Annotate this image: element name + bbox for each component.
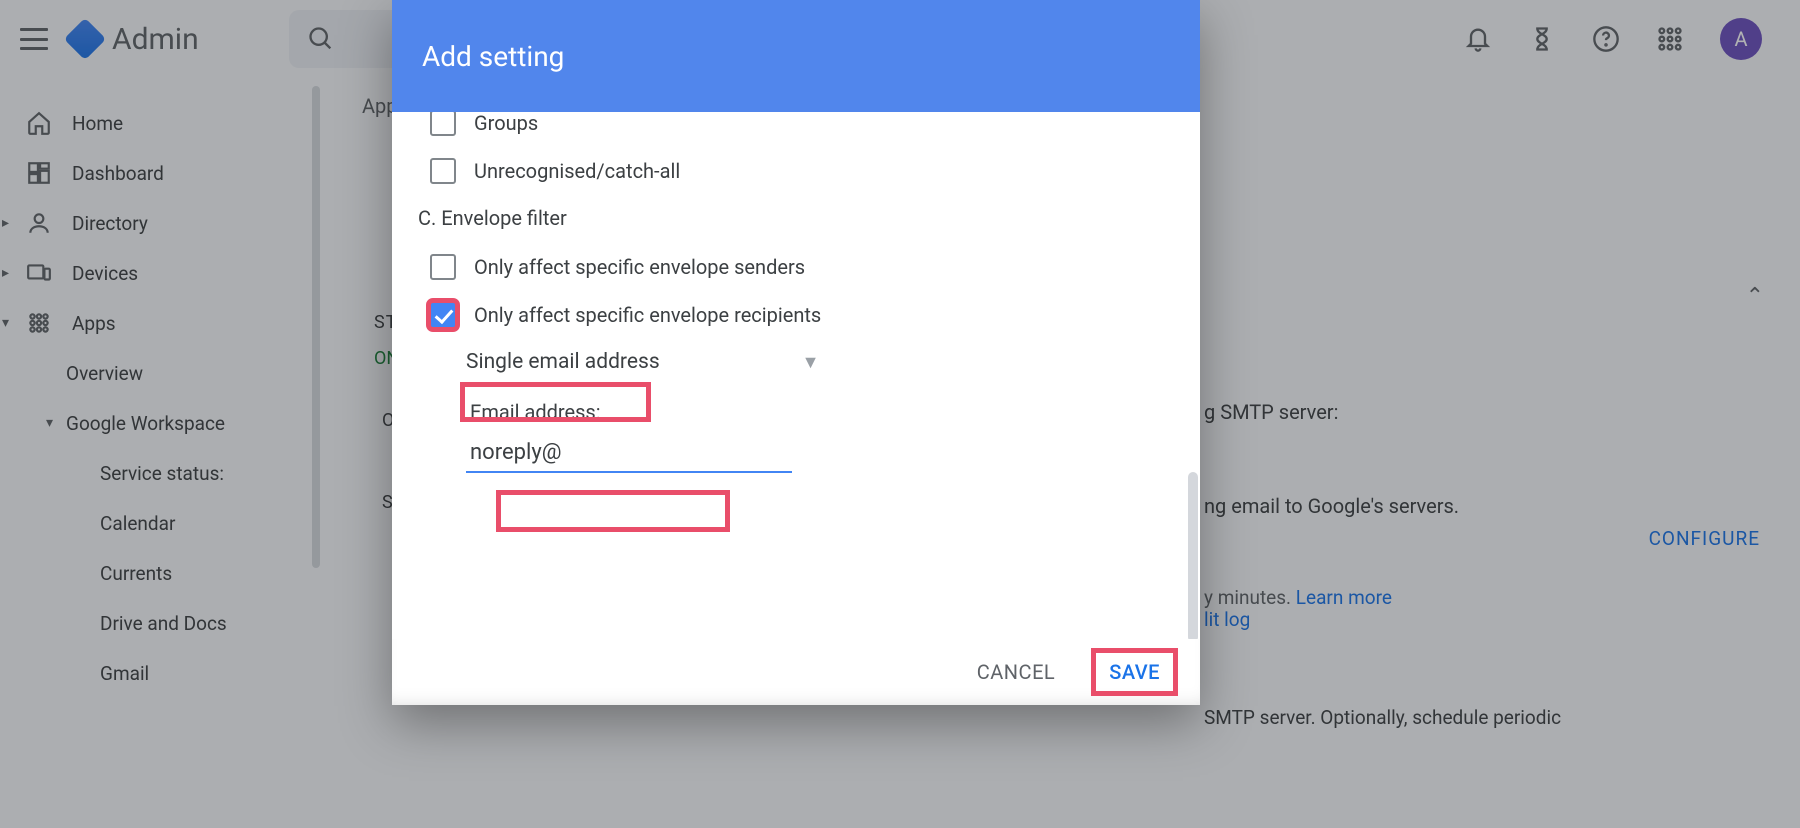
option-label: Only affect specific envelope senders: [474, 255, 805, 279]
option-envelope-senders[interactable]: Only affect specific envelope senders: [430, 254, 1174, 280]
add-setting-dialog: Add setting Groups Unrecognised/catch-al…: [392, 0, 1200, 705]
option-groups[interactable]: Groups: [430, 112, 1174, 136]
dialog-footer: CANCEL SAVE: [392, 639, 1200, 705]
option-label: Unrecognised/catch-all: [474, 159, 680, 183]
cancel-button[interactable]: CANCEL: [967, 654, 1066, 690]
select-value: Single email address: [466, 350, 660, 374]
recipient-subsection: Single email address ▼ Email address:: [466, 350, 1174, 473]
checkbox-checked-icon[interactable]: [430, 302, 456, 328]
checkbox-unchecked-icon[interactable]: [430, 158, 456, 184]
email-address-label: Email address:: [470, 400, 1174, 424]
dialog-scrollbar[interactable]: [1188, 472, 1198, 639]
section-envelope-filter: C. Envelope filter: [418, 206, 1174, 230]
dialog-header: Add setting: [392, 0, 1200, 112]
option-catch-all[interactable]: Unrecognised/catch-all: [430, 158, 1174, 184]
dialog-title: Add setting: [422, 40, 564, 73]
save-button[interactable]: SAVE: [1095, 652, 1174, 692]
recipient-type-select[interactable]: Single email address ▼: [466, 350, 1174, 374]
option-label: Only affect specific envelope recipients: [474, 303, 821, 327]
checkbox-unchecked-icon[interactable]: [430, 112, 456, 136]
option-label: Groups: [474, 112, 538, 135]
chevron-down-icon: ▼: [802, 352, 820, 373]
email-address-input[interactable]: [466, 436, 792, 473]
checkbox-unchecked-icon[interactable]: [430, 254, 456, 280]
dialog-body: Groups Unrecognised/catch-all C. Envelop…: [392, 112, 1200, 639]
highlight-email-input: [496, 490, 730, 532]
option-envelope-recipients[interactable]: Only affect specific envelope recipients: [430, 302, 1174, 328]
